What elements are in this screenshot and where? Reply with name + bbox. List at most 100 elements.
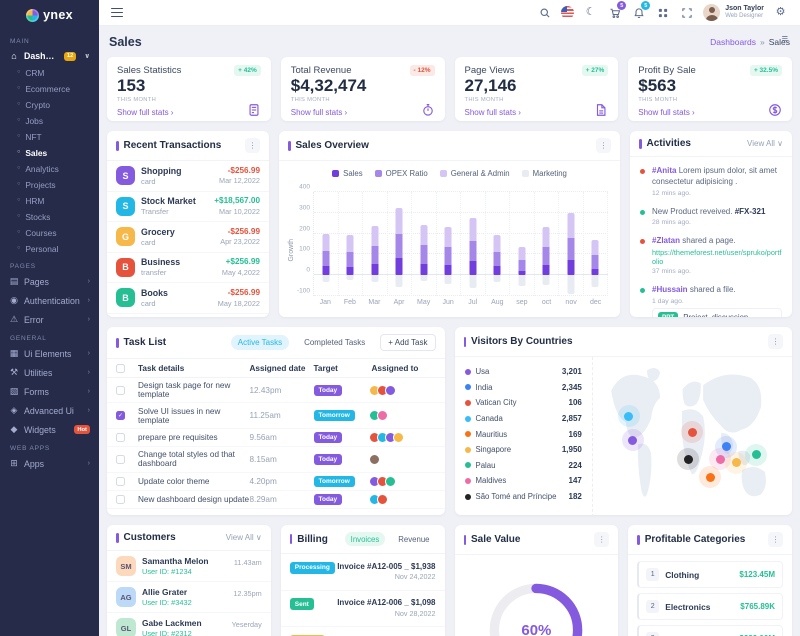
add-task-button[interactable]: + Add Task bbox=[380, 334, 435, 351]
bar-column bbox=[314, 192, 339, 296]
more-options-icon[interactable]: ⋮ bbox=[768, 532, 783, 547]
map-marker[interactable] bbox=[677, 448, 699, 470]
sidebar-item-crypto[interactable]: ○ Crypto bbox=[0, 97, 99, 113]
map-marker[interactable] bbox=[681, 421, 703, 443]
sidebar-item-nft[interactable]: ○ NFT bbox=[0, 129, 99, 145]
legend-item[interactable]: Marketing bbox=[522, 169, 567, 178]
tab-active-tasks[interactable]: Active Tasks bbox=[231, 335, 289, 350]
search-icon[interactable] bbox=[537, 5, 552, 20]
show-full-stats-link[interactable]: Show full stats › bbox=[638, 108, 694, 117]
sidebar-item-personal[interactable]: ○ Personal bbox=[0, 241, 99, 257]
sidebar-item-widgets[interactable]: ◆ ○ Widgets Hot bbox=[0, 420, 99, 439]
sidebar-item-courses[interactable]: ○ Courses bbox=[0, 225, 99, 241]
bar-column bbox=[339, 192, 364, 296]
sidebar-item-hrm[interactable]: ○ HRM bbox=[0, 193, 99, 209]
show-full-stats-link[interactable]: Show full stats › bbox=[291, 108, 347, 117]
menu-toggle-icon[interactable] bbox=[111, 8, 123, 18]
tab-completed-tasks[interactable]: Completed Tasks bbox=[297, 335, 372, 350]
activity-user[interactable]: #Hussain bbox=[652, 285, 688, 294]
select-all-checkbox[interactable] bbox=[116, 364, 125, 373]
notifications-bell-icon[interactable]: 5 bbox=[631, 5, 646, 20]
sidebar-item-authentication[interactable]: ◉ ○ Authentication › bbox=[0, 291, 99, 310]
us-flag-icon[interactable] bbox=[561, 6, 574, 19]
view-all-link[interactable]: View All ∨ bbox=[226, 533, 262, 542]
sidebar-item-analytics[interactable]: ○ Analytics bbox=[0, 161, 99, 177]
activities-card: Activities View All ∨ #Anita Lorem ipsum… bbox=[630, 131, 792, 317]
map-marker[interactable] bbox=[622, 429, 644, 451]
more-options-icon[interactable]: ⋮ bbox=[594, 532, 609, 547]
view-all-link[interactable]: View All ∨ bbox=[747, 139, 783, 148]
sidebar-section-web-apps[interactable]: ○ Web Apps bbox=[0, 439, 99, 454]
legend-item[interactable]: General & Admin bbox=[440, 169, 510, 178]
map-marker[interactable] bbox=[699, 466, 721, 488]
task-checkbox[interactable] bbox=[116, 386, 125, 395]
sidebar-item-ecommerce[interactable]: ○ Ecommerce bbox=[0, 81, 99, 97]
target-badge: Tomorrow bbox=[314, 476, 355, 487]
sidebar-item-dashboards[interactable]: ⌂ ○ Dashboards 12 ∨ bbox=[0, 47, 99, 65]
cart-badge: 5 bbox=[617, 1, 626, 10]
file-chip[interactable]: PPT Project_discussion bbox=[652, 308, 782, 317]
show-full-stats-link[interactable]: Show full stats › bbox=[465, 108, 521, 117]
map-marker[interactable] bbox=[745, 444, 767, 466]
book-icon: B bbox=[116, 288, 135, 307]
activity-item: New Product reveived. #FX-321 28 mins ag… bbox=[640, 202, 782, 232]
task-checkbox[interactable] bbox=[116, 477, 125, 486]
legend-item[interactable]: OPEX Ratio bbox=[375, 169, 428, 178]
sidebar-item-stocks[interactable]: ○ Stocks bbox=[0, 209, 99, 225]
bar-segment-marketing bbox=[543, 275, 550, 284]
activity-user[interactable]: #Zlatan bbox=[652, 236, 680, 245]
map-marker[interactable] bbox=[725, 452, 747, 474]
advanced-ui-icon: ◈ bbox=[9, 405, 19, 416]
sidebar-item-projects[interactable]: ○ Projects bbox=[0, 177, 99, 193]
chevron-icon: › bbox=[88, 316, 90, 323]
task-checkbox[interactable] bbox=[116, 455, 125, 464]
more-options-icon[interactable]: ⋮ bbox=[596, 138, 611, 153]
sidebar-item-label: Ecommerce bbox=[25, 84, 70, 94]
fullscreen-icon[interactable] bbox=[679, 5, 694, 20]
sidebar-item-crm[interactable]: ○ CRM bbox=[0, 65, 99, 81]
sidebar-item-jobs[interactable]: ○ Jobs bbox=[0, 113, 99, 129]
more-options-icon[interactable]: ⋮ bbox=[768, 334, 783, 349]
task-checkbox[interactable] bbox=[116, 433, 125, 442]
activity-link[interactable]: https://themeforest.net/user/spruko/port… bbox=[652, 248, 782, 266]
sidebar-section-general[interactable]: ○ General bbox=[0, 329, 99, 344]
bar-segment-marketing bbox=[469, 275, 476, 287]
country-dot-icon bbox=[465, 431, 471, 437]
category-value: $123.45M bbox=[739, 570, 775, 579]
briefcase-icon: B bbox=[116, 258, 135, 277]
sidebar-item-sales[interactable]: ○ Sales bbox=[0, 145, 99, 161]
dark-mode-moon-icon[interactable]: ☾ bbox=[583, 5, 598, 20]
bullet-icon: ○ bbox=[17, 118, 20, 124]
page: ynex ○ Main ⌂ ○ Dashboards 12 ∨ bbox=[0, 0, 800, 636]
sidebar-item-advanced-ui[interactable]: ◈ ○ Advanced Ui › bbox=[0, 401, 99, 420]
breadcrumb-parent[interactable]: Dashboards bbox=[710, 37, 756, 47]
transaction-row: S Stock Market Transfer +$18,567.00 Mar … bbox=[107, 192, 269, 223]
show-full-stats-link[interactable]: Show full stats › bbox=[117, 108, 173, 117]
bar-segment-general-admin bbox=[347, 235, 354, 253]
sidebar-section-main[interactable]: ○ Main bbox=[0, 32, 99, 47]
more-options-icon[interactable]: ⋮ bbox=[245, 138, 260, 153]
sidebar-item-apps[interactable]: ⊞ ○ Apps › bbox=[0, 454, 99, 473]
user-menu[interactable]: Json Taylor Web Designer bbox=[703, 4, 764, 21]
apps-grid-icon[interactable] bbox=[655, 5, 670, 20]
sidebar-item-error[interactable]: ⚠ ○ Error › bbox=[0, 310, 99, 329]
settings-gear-icon[interactable]: ⚙ bbox=[773, 5, 788, 20]
x-tick-label: Apr bbox=[387, 299, 412, 306]
sidebar-item-ui-elements[interactable]: ▦ ○ Ui Elements › bbox=[0, 344, 99, 363]
sidebar-section-pages[interactable]: ○ Pages bbox=[0, 257, 99, 272]
legend-item[interactable]: Sales bbox=[332, 169, 363, 178]
task-checkbox[interactable]: ✓ bbox=[116, 411, 125, 420]
tab-invoices[interactable]: Invoices bbox=[345, 532, 386, 546]
brand-logo[interactable]: ynex bbox=[0, 0, 99, 30]
legend-label: OPEX Ratio bbox=[386, 169, 428, 178]
sidebar-item-utilities[interactable]: ⚒ ○ Utilities › bbox=[0, 363, 99, 382]
task-checkbox[interactable] bbox=[116, 495, 125, 504]
activity-user[interactable]: #Anita bbox=[652, 166, 676, 175]
tab-revenue[interactable]: Revenue bbox=[392, 532, 435, 546]
cart-icon[interactable]: 5 bbox=[607, 5, 622, 20]
sidebar-item-pages[interactable]: ▤ ○ Pages › bbox=[0, 272, 99, 291]
task-date: 8.29am bbox=[250, 495, 314, 504]
map-marker[interactable] bbox=[618, 405, 640, 427]
sidebar-item-forms[interactable]: ▧ ○ Forms › bbox=[0, 382, 99, 401]
invoices-list: Processing Invoice #A12-005 _ $1,938 Nov… bbox=[281, 554, 445, 636]
